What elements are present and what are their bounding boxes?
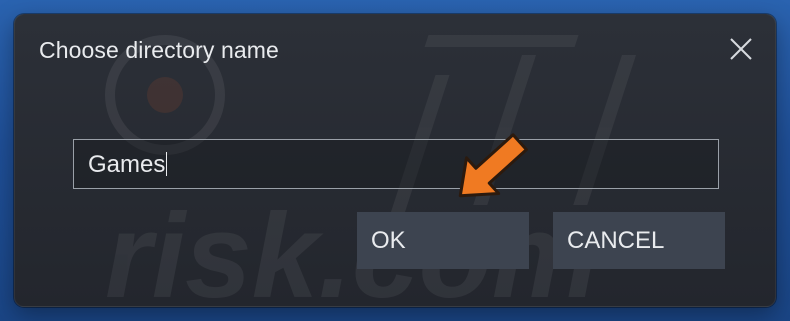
choose-directory-dialog: risk.com Choose directory name Games OK … [14, 14, 776, 307]
cancel-button-label: CANCEL [567, 226, 665, 254]
text-caret [166, 152, 168, 176]
cancel-button[interactable]: CANCEL [553, 212, 725, 269]
directory-name-text: Games [88, 151, 166, 178]
directory-name-value: Games [88, 151, 168, 179]
close-button[interactable] [725, 33, 757, 65]
ok-button-label: OK [371, 226, 406, 254]
dialog-title: Choose directory name [39, 37, 279, 63]
close-icon [730, 38, 752, 60]
directory-name-input[interactable]: Games [73, 139, 719, 189]
ok-button[interactable]: OK [357, 212, 529, 269]
